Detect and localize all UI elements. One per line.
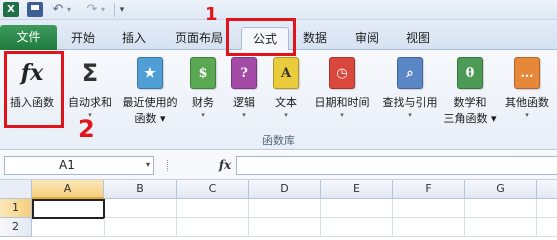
row-header[interactable]: 2 bbox=[0, 218, 32, 237]
lookup-reference-dropdown-icon: ▾ bbox=[408, 111, 412, 119]
excel-logo-icon: X bbox=[3, 2, 19, 17]
cell[interactable] bbox=[321, 218, 393, 237]
recently-used-label-line2: 函数 ▾ bbox=[134, 112, 166, 125]
lookup-reference-button[interactable]: ⌕ 查找与引用 ▾ bbox=[377, 52, 443, 134]
ribbon-tabs: 文件 开始 插入 页面布局 公式 数据 审阅 视图 bbox=[0, 20, 557, 51]
tab-home[interactable]: 开始 bbox=[62, 27, 104, 50]
insert-function-label: 插入函数 bbox=[10, 96, 54, 109]
math-trig-button[interactable]: θ 数学和 三角函数 ▾ bbox=[442, 52, 498, 134]
undo-dropdown-icon[interactable]: ▾ bbox=[64, 2, 74, 17]
more-functions-dropdown-icon: ▾ bbox=[525, 111, 529, 119]
row-header[interactable]: 1 bbox=[0, 199, 32, 218]
column-header[interactable]: E bbox=[321, 180, 393, 199]
more-functions-button[interactable]: … 其他函数 ▾ bbox=[499, 52, 555, 134]
select-all-corner[interactable] bbox=[0, 180, 32, 199]
column-header[interactable]: A bbox=[32, 180, 104, 199]
column-header[interactable]: B bbox=[104, 180, 177, 199]
quick-access-toolbar: X ↶ ▾ ↷ ▾ ▾ bbox=[0, 0, 557, 20]
logical-dropdown-icon: ▾ bbox=[242, 111, 246, 119]
column-header[interactable]: F bbox=[393, 180, 465, 199]
column-header[interactable]: C bbox=[177, 180, 249, 199]
more-functions-label: 其他函数 bbox=[505, 96, 549, 109]
name-box-dropdown-icon[interactable]: ▾ bbox=[142, 156, 154, 175]
date-time-dropdown-icon: ▾ bbox=[340, 111, 344, 119]
insert-function-fx-icon[interactable]: fx bbox=[216, 156, 234, 175]
recently-used-book-icon: ★ bbox=[137, 57, 163, 89]
worksheet-grid: A B C D E F G 1 2 bbox=[0, 180, 557, 237]
customize-qat-icon[interactable]: ▾ bbox=[117, 2, 127, 17]
lookup-reference-book-icon: ⌕ bbox=[397, 57, 423, 89]
annotation-step-1: 1 bbox=[205, 4, 218, 25]
date-time-book-icon: ◷ bbox=[329, 57, 355, 89]
math-trig-book-icon: θ bbox=[457, 57, 483, 89]
cell[interactable] bbox=[32, 218, 105, 237]
date-time-button[interactable]: ◷ 日期和时间 ▾ bbox=[308, 52, 376, 134]
cell[interactable] bbox=[177, 218, 249, 237]
column-header[interactable]: G bbox=[465, 180, 537, 199]
formula-input[interactable] bbox=[236, 156, 557, 175]
text-book-icon: A bbox=[273, 57, 299, 89]
logical-book-icon: ? bbox=[231, 57, 257, 89]
formula-bar: A1 ▾ fx bbox=[0, 151, 557, 180]
cell[interactable] bbox=[537, 218, 557, 237]
tab-review[interactable]: 审阅 bbox=[346, 27, 388, 50]
cell[interactable] bbox=[465, 218, 537, 237]
financial-book-icon: $ bbox=[190, 57, 216, 89]
math-trig-label-line2: 三角函数 ▾ bbox=[443, 112, 497, 125]
financial-dropdown-icon: ▾ bbox=[201, 111, 205, 119]
autosum-label: 自动求和 bbox=[68, 96, 112, 109]
cell[interactable] bbox=[105, 199, 177, 218]
autosum-icon: Σ bbox=[81, 59, 99, 87]
redo-dropdown-icon[interactable]: ▾ bbox=[98, 2, 108, 17]
formula-bar-splitter[interactable] bbox=[167, 160, 169, 171]
tab-view[interactable]: 视图 bbox=[397, 27, 439, 50]
annotation-step-2: 2 bbox=[78, 115, 95, 143]
cell[interactable] bbox=[249, 199, 321, 218]
cell[interactable] bbox=[105, 218, 177, 237]
logical-button[interactable]: ? 逻辑 ▾ bbox=[226, 52, 262, 134]
recently-used-button[interactable]: ★ 最近使用的 函数 ▾ bbox=[118, 52, 182, 134]
cell[interactable] bbox=[249, 218, 321, 237]
cell[interactable] bbox=[177, 199, 249, 218]
active-cell[interactable] bbox=[32, 199, 105, 219]
cell[interactable] bbox=[537, 199, 557, 218]
text-functions-button[interactable]: A 文本 ▾ bbox=[268, 52, 304, 134]
tab-insert[interactable]: 插入 bbox=[113, 27, 155, 50]
lookup-reference-label: 查找与引用 bbox=[382, 96, 438, 109]
tab-file[interactable]: 文件 bbox=[0, 25, 57, 50]
financial-label: 财务 bbox=[192, 96, 214, 109]
recently-used-label: 最近使用的 bbox=[122, 96, 178, 109]
text-functions-dropdown-icon: ▾ bbox=[284, 111, 288, 119]
column-header-partial[interactable] bbox=[537, 180, 557, 199]
more-functions-book-icon: … bbox=[514, 57, 540, 89]
column-header[interactable]: D bbox=[249, 180, 321, 199]
cell[interactable] bbox=[321, 199, 393, 218]
tab-page-layout[interactable]: 页面布局 bbox=[163, 27, 235, 50]
date-time-label: 日期和时间 bbox=[314, 96, 370, 109]
tab-data[interactable]: 数据 bbox=[295, 27, 335, 50]
qat-divider bbox=[114, 3, 115, 17]
math-trig-label: 数学和 bbox=[453, 96, 487, 109]
logical-label: 逻辑 bbox=[233, 96, 255, 109]
name-box[interactable]: A1 bbox=[4, 156, 154, 175]
save-icon[interactable] bbox=[27, 2, 43, 17]
financial-button[interactable]: $ 财务 ▾ bbox=[184, 52, 222, 134]
insert-function-button[interactable]: fx 插入函数 bbox=[3, 52, 61, 134]
insert-function-icon: fx bbox=[20, 60, 44, 86]
tab-formulas[interactable]: 公式 bbox=[241, 27, 289, 51]
cell[interactable] bbox=[465, 199, 537, 218]
cell[interactable] bbox=[393, 199, 465, 218]
text-functions-label: 文本 bbox=[275, 96, 297, 109]
cell[interactable] bbox=[393, 218, 465, 237]
